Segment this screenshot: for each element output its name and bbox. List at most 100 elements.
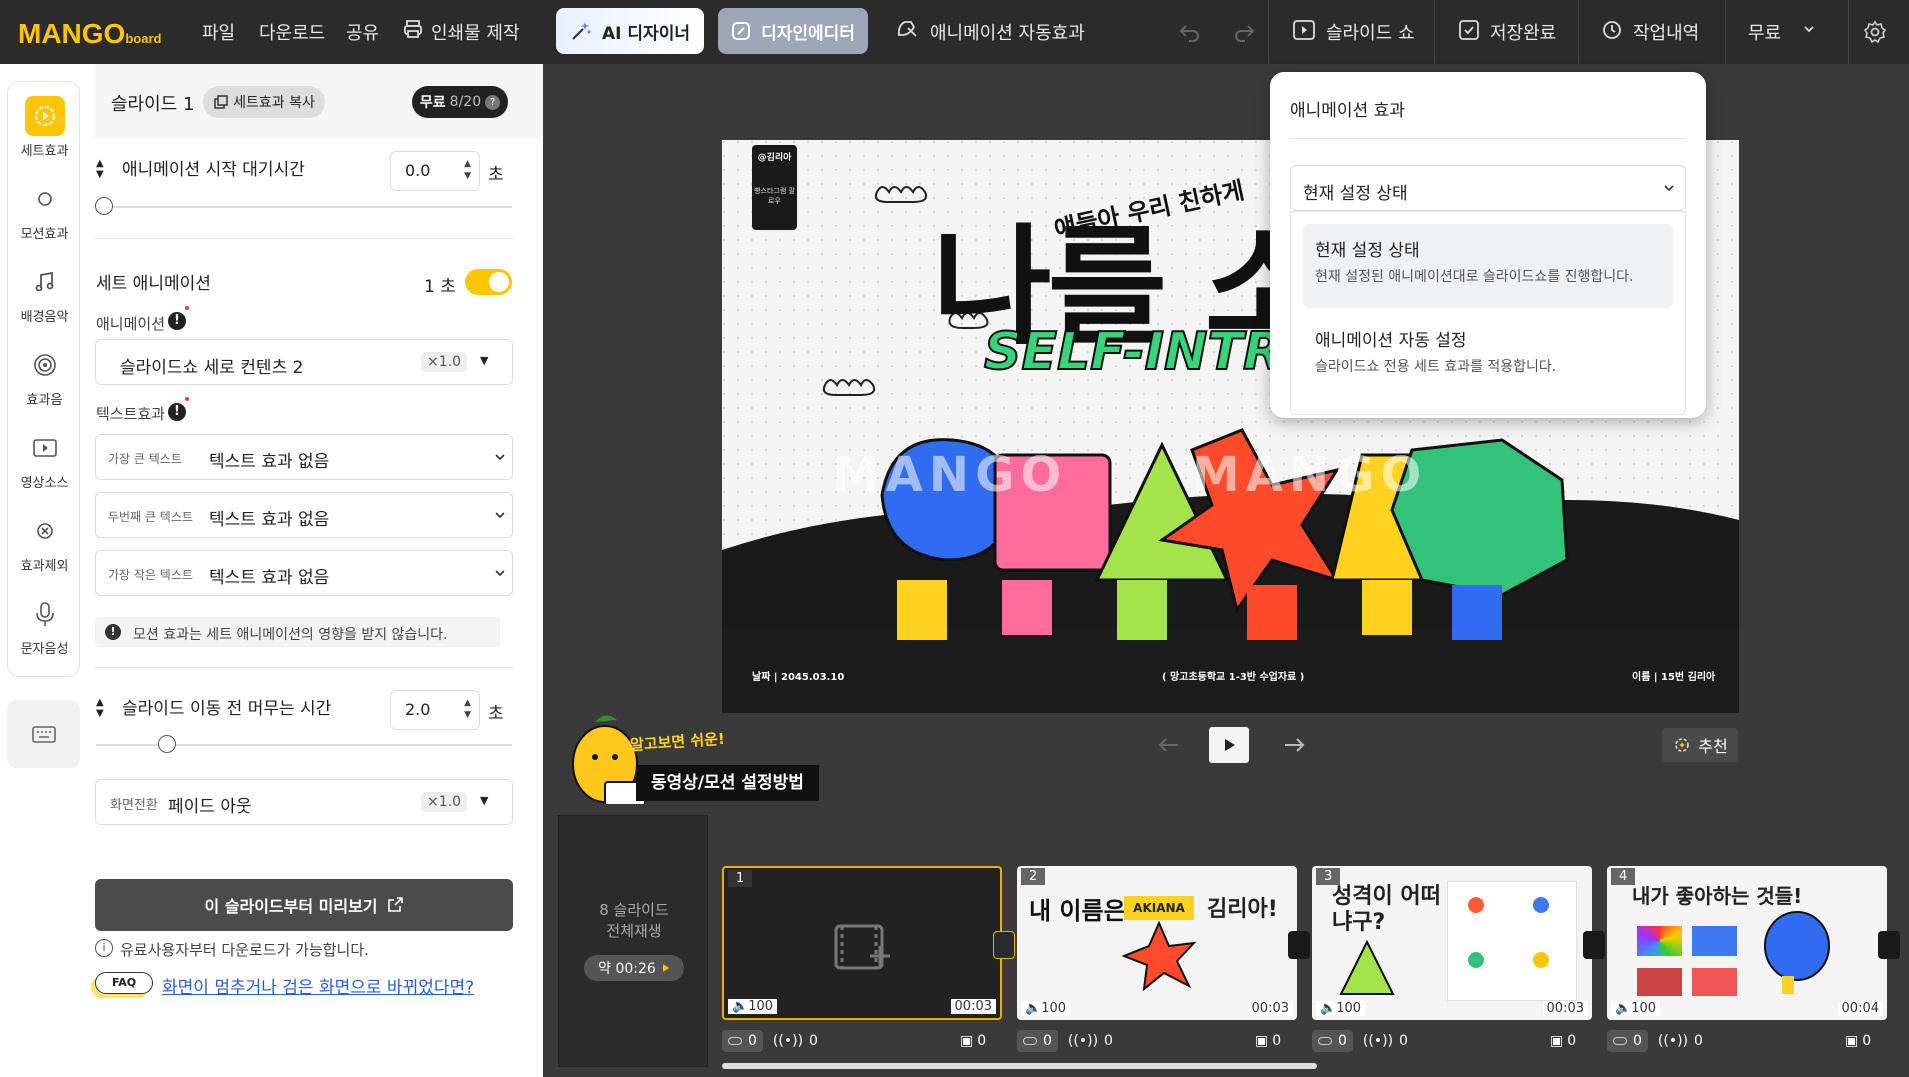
volume-badge[interactable]: 🔈100 [728, 999, 778, 1014]
tool-tts[interactable]: 문자음성 [8, 594, 81, 657]
redo-icon[interactable] [1232, 20, 1256, 44]
save-button[interactable]: 저장완료 [1458, 19, 1556, 45]
sound-effect-count[interactable]: ((•)) 0 [1357, 1030, 1414, 1052]
options-list: 현재 설정 상태 현재 설정된 애니메이션대로 슬라이드쇼를 진행합니다. 애니… [1290, 211, 1686, 415]
motion-toggle[interactable]: 0 [1017, 1030, 1058, 1052]
next-arrow-icon[interactable] [1283, 735, 1307, 755]
text-effect-select-smallest[interactable]: 가장 작은 텍스트 텍스트 효과 없음 [95, 550, 513, 596]
video-count[interactable]: ▣ 0 [1255, 1030, 1281, 1052]
divider [95, 238, 513, 239]
animation-select[interactable]: 슬라이드쇼 세로 컨텐츠 2 ×1.0 ▼ [95, 339, 513, 385]
faq-link[interactable]: 화면이 멈추거나 검은 화면으로 바뀌었다면? [162, 973, 474, 998]
copy-label: 세트효과 복사 [233, 95, 315, 111]
prev-arrow-icon[interactable] [1156, 735, 1180, 755]
sound-effect-count[interactable]: ((•)) 0 [767, 1030, 824, 1052]
volume-value: 100 [1041, 1001, 1067, 1016]
set-anim-toggle[interactable] [465, 269, 512, 295]
tool-bgm[interactable]: 배경음악 [8, 262, 81, 325]
slide-thumb-4[interactable]: 4 내가 좋아하는 것들! 🔈100 00:04 [1607, 866, 1887, 1020]
history-icon [1603, 21, 1621, 39]
play-button[interactable] [1209, 727, 1249, 763]
slide-thumb-2[interactable]: 2 내 이름은 AKIANA 김리아! 🔈100 00:03 [1017, 866, 1297, 1020]
volume-value: 100 [1336, 1001, 1362, 1016]
add-media-icon [834, 924, 890, 970]
ai-designer-button[interactable]: AI 디자이너 [556, 8, 704, 54]
recommend-button[interactable]: 추천 [1662, 728, 1738, 762]
play-icon [1225, 739, 1235, 751]
tool-sfx[interactable]: 효과음 [8, 345, 81, 408]
anim-auto-button[interactable]: 애니메이션 자동효과 [896, 19, 1085, 45]
transition-icon[interactable] [1583, 931, 1605, 959]
collapse-caret[interactable]: ▲ ▼ [96, 158, 104, 180]
slide-title: 슬라이드 1 [111, 94, 195, 115]
preview-from-slide-button[interactable]: 이 슬라이드부터 미리보기 [95, 879, 513, 931]
option-auto[interactable]: 애니메이션 자동 설정 슬라이드쇼 전용 세트 효과를 적용합니다. [1303, 314, 1673, 398]
video-count[interactable]: ▣ 0 [1845, 1030, 1871, 1052]
speed-badge[interactable]: ×1.0 [421, 352, 467, 372]
mango-logo[interactable]: MANGOboard [18, 18, 161, 50]
animation-effect-select[interactable]: 현재 설정 상태 [1290, 165, 1686, 211]
free-label: 무료 [419, 95, 446, 111]
print-button[interactable]: 인쇄물 제작 [403, 19, 520, 45]
wait-stepper[interactable]: 0.0 ▲ ▼ [390, 151, 480, 191]
slide-thumb-1[interactable]: 1 🔈100 00:03 [722, 866, 1002, 1020]
sound-effect-count[interactable]: ((•)) 0 [1062, 1030, 1119, 1052]
stay-stepper[interactable]: 2.0 ▲ ▼ [390, 690, 480, 730]
stay-slider-thumb[interactable] [158, 735, 176, 753]
slide-tag: @김리아 [757, 153, 792, 163]
motion-toggle[interactable]: 0 [1607, 1030, 1648, 1052]
plan-dropdown[interactable]: 무료 [1748, 19, 1815, 45]
video-count[interactable]: ▣ 0 [1550, 1030, 1576, 1052]
plan-label: 무료 [1748, 23, 1782, 44]
video-count[interactable]: ▣ 0 [960, 1030, 986, 1052]
thumb-controls-2: 0 ((•)) 0 [1017, 1030, 1119, 1052]
play-all-card[interactable]: 8 슬라이드 전체재생 약 00:26 [558, 815, 708, 1067]
divider [1434, 0, 1435, 64]
wait-slider-track[interactable] [96, 206, 512, 208]
play-small-icon [662, 964, 669, 972]
chevron-down-icon [1664, 185, 1674, 192]
design-editor-button[interactable]: 디자인에디터 [718, 8, 868, 54]
history-button[interactable]: 작업내역 [1601, 19, 1699, 45]
volume-badge[interactable]: 🔈100 [1316, 1001, 1366, 1016]
slideshow-button[interactable]: 슬라이드 쇼 [1292, 19, 1415, 45]
tool-motion[interactable]: 모션효과 [8, 179, 81, 242]
collapse-caret[interactable]: ▲ ▼ [96, 697, 104, 719]
design-editor-label: 디자인에디터 [761, 23, 855, 44]
motion-toggle[interactable]: 0 [722, 1030, 763, 1052]
speed-badge[interactable]: ×1.0 [421, 792, 467, 812]
copy-set-effect-button[interactable]: 세트효과 복사 [203, 86, 325, 118]
transition-icon[interactable] [1878, 931, 1900, 959]
motion-toggle[interactable]: 0 [1312, 1030, 1353, 1052]
transition-icon[interactable] [1288, 931, 1310, 959]
free-count: 8/20 [449, 94, 482, 110]
menu-file[interactable]: 파일 [202, 19, 235, 45]
watermark: MANGO [1192, 447, 1428, 503]
tool-exclude-effect[interactable]: 효과제외 [8, 511, 81, 574]
helper-title[interactable]: 동영상/모션 설정방법 [636, 765, 819, 801]
text-effect-select-largest[interactable]: 가장 큰 텍스트 텍스트 효과 없음 [95, 434, 513, 480]
gear-icon[interactable] [1863, 20, 1887, 44]
transition-icon[interactable] [993, 931, 1015, 959]
stepper-arrows[interactable]: ▲ ▼ [464, 158, 471, 182]
transition-value: 페이드 아웃 [168, 797, 252, 817]
chevron-down-icon [495, 454, 505, 461]
menu-download[interactable]: 다운로드 [259, 19, 325, 45]
stepper-arrows[interactable]: ▲ ▼ [464, 697, 471, 721]
filmstrip-scrollbar[interactable] [722, 1063, 1317, 1069]
volume-badge[interactable]: 🔈100 [1611, 1001, 1661, 1016]
volume-badge[interactable]: 🔈100 [1021, 1001, 1071, 1016]
mascot[interactable] [565, 712, 645, 808]
wait-slider-thumb[interactable] [95, 197, 113, 215]
text-effect-select-second[interactable]: 두번째 큰 텍스트 텍스트 효과 없음 [95, 492, 513, 538]
option-current[interactable]: 현재 설정 상태 현재 설정된 애니메이션대로 슬라이드쇼를 진행합니다. [1303, 224, 1673, 308]
menu-share[interactable]: 공유 [346, 19, 379, 45]
keyboard-button[interactable] [7, 700, 80, 768]
undo-icon[interactable] [1178, 20, 1202, 44]
sound-effect-count[interactable]: ((•)) 0 [1652, 1030, 1709, 1052]
slide-thumb-3[interactable]: 3 성격이 어떠냐구? 🔈100 00:03 [1312, 866, 1592, 1020]
tool-video-source[interactable]: 영상소스 [8, 428, 81, 491]
tool-set-effect[interactable]: 세트효과 [8, 96, 81, 159]
transition-select[interactable]: 화면전환 페이드 아웃 ×1.0 ▼ [95, 779, 513, 825]
info-circle-icon: i [95, 939, 113, 957]
